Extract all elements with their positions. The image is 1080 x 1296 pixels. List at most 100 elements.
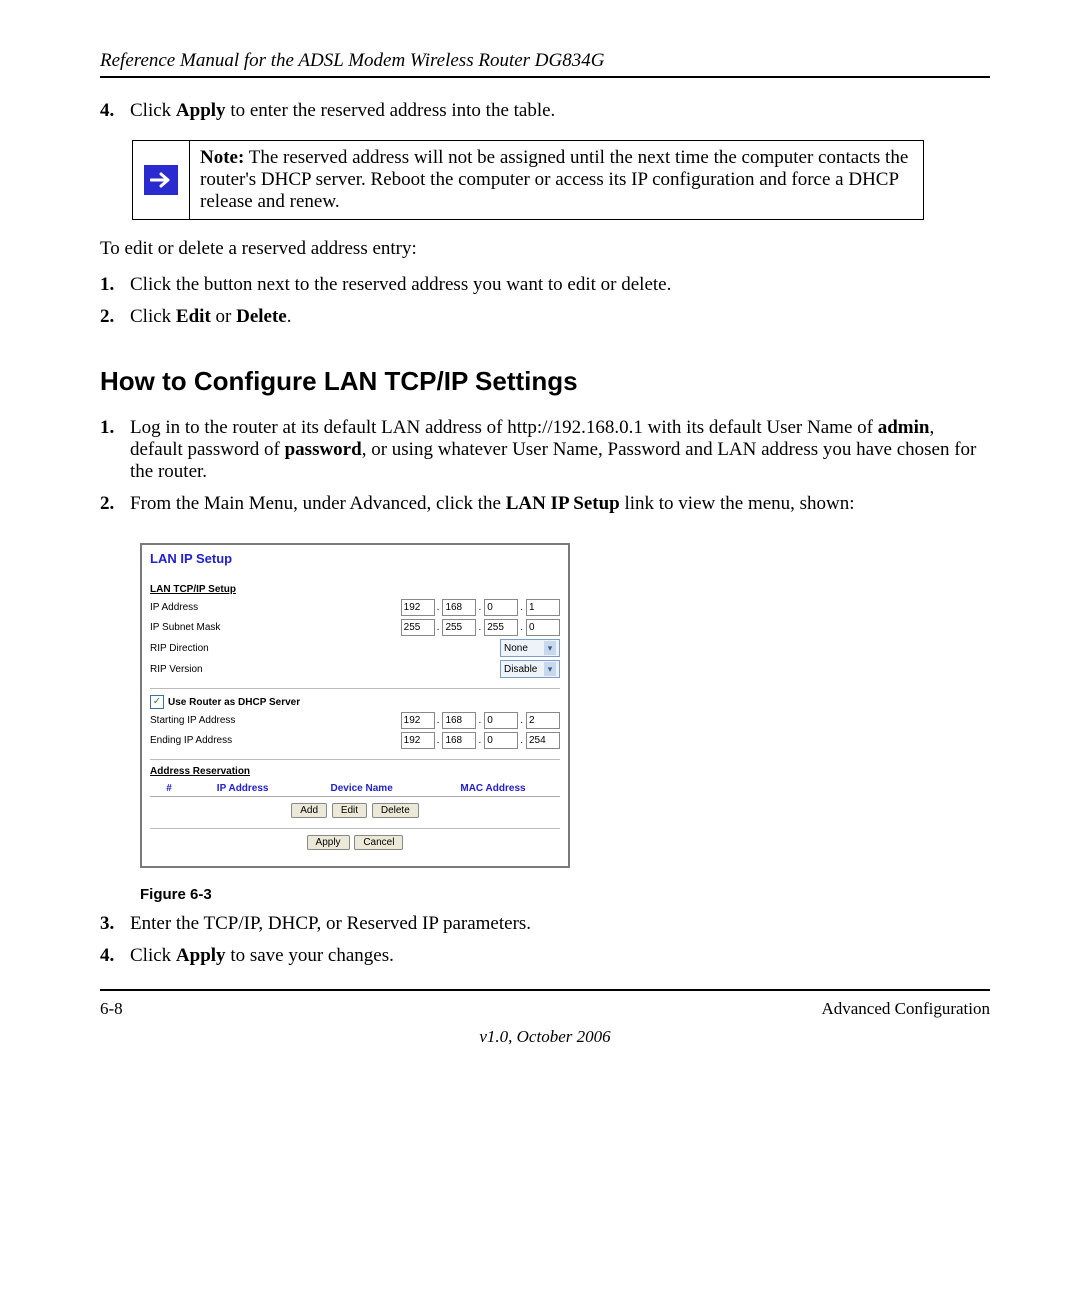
end-octet-1[interactable]: 192 — [401, 732, 435, 749]
page-header: Reference Manual for the ADSL Modem Wire… — [100, 50, 990, 72]
ip-octet-3[interactable]: 0 — [484, 599, 518, 616]
end-octet-3[interactable]: 0 — [484, 732, 518, 749]
col-ip: IP Address — [188, 781, 297, 797]
ip-address-label: IP Address — [150, 602, 400, 613]
start-octet-4[interactable]: 2 — [526, 712, 560, 729]
delete-button[interactable]: Delete — [372, 803, 419, 818]
step-text: Enter the TCP/IP, DHCP, or Reserved IP p… — [130, 913, 990, 935]
note-box: Note: The reserved address will not be a… — [132, 140, 924, 220]
step-text: Click the button next to the reserved ad… — [130, 274, 990, 296]
text: to enter the reserved address into the t… — [226, 100, 556, 121]
text: Click — [130, 945, 176, 966]
step-number: 1. — [100, 274, 130, 296]
page-number: 6-8 — [100, 999, 123, 1019]
end-octet-4[interactable]: 254 — [526, 732, 560, 749]
step-text: From the Main Menu, under Advanced, clic… — [130, 493, 990, 515]
text: Log in to the router at its default LAN … — [130, 417, 878, 438]
step-number: 1. — [100, 417, 130, 483]
arrow-right-icon — [144, 165, 178, 195]
text: to save your changes. — [226, 945, 394, 966]
bold-text: password — [285, 439, 362, 460]
cfg-step-3: 3. Enter the TCP/IP, DHCP, or Reserved I… — [100, 913, 990, 935]
note-icon-cell — [133, 141, 190, 219]
chevron-down-icon: ▾ — [544, 641, 556, 655]
edit-intro: To edit or delete a reserved address ent… — [100, 238, 990, 260]
cfg-step-1: 1. Log in to the router at its default L… — [100, 417, 990, 483]
mask-octet-2[interactable]: 255 — [442, 619, 476, 636]
rip-version-select[interactable]: Disable ▾ — [500, 660, 560, 678]
note-label: Note: — [200, 147, 244, 168]
select-value: Disable — [504, 664, 537, 675]
rip-version-label: RIP Version — [150, 664, 500, 675]
add-button[interactable]: Add — [291, 803, 327, 818]
bold-text: Apply — [176, 100, 226, 121]
text: link to view the menu, shown: — [620, 493, 855, 514]
ip-octet-4[interactable]: 1 — [526, 599, 560, 616]
note-text: Note: The reserved address will not be a… — [190, 141, 923, 219]
step-text: Click Apply to enter the reserved addres… — [130, 100, 990, 122]
end-ip-label: Ending IP Address — [150, 735, 400, 746]
step-number: 4. — [100, 945, 130, 967]
text: . — [287, 306, 292, 327]
mask-octet-1[interactable]: 255 — [401, 619, 435, 636]
step-number: 3. — [100, 913, 130, 935]
dhcp-checkbox[interactable]: ✓ — [150, 695, 164, 709]
bold-text: Edit — [176, 306, 211, 327]
subnet-mask-label: IP Subnet Mask — [150, 622, 400, 633]
bold-text: Delete — [236, 306, 287, 327]
start-ip-row: Starting IP Address 192. 168. 0. 2 — [150, 712, 560, 729]
bold-text: Apply — [176, 945, 226, 966]
section-heading: How to Configure LAN TCP/IP Settings — [100, 366, 990, 397]
text: From the Main Menu, under Advanced, clic… — [130, 493, 506, 514]
step-number: 2. — [100, 306, 130, 328]
cfg-step-4: 4. Click Apply to save your changes. — [100, 945, 990, 967]
page-footer: 6-8 Advanced Configuration — [100, 999, 990, 1019]
end-octet-2[interactable]: 168 — [442, 732, 476, 749]
edit-step-1: 1. Click the button next to the reserved… — [100, 274, 990, 296]
ip-octet-2[interactable]: 168 — [442, 599, 476, 616]
bold-text: admin — [878, 417, 930, 438]
subnet-mask-row: IP Subnet Mask 255. 255. 255. 0 — [150, 619, 560, 636]
col-mac: MAC Address — [426, 781, 560, 797]
bold-text: LAN IP Setup — [506, 493, 620, 514]
text: Click — [130, 306, 176, 327]
mask-octet-3[interactable]: 255 — [484, 619, 518, 636]
apply-button[interactable]: Apply — [307, 835, 350, 850]
step-number: 2. — [100, 493, 130, 515]
chevron-down-icon: ▾ — [544, 662, 556, 676]
chapter-title: Advanced Configuration — [821, 999, 990, 1019]
dhcp-label: Use Router as DHCP Server — [168, 697, 300, 708]
step-text: Click Apply to save your changes. — [130, 945, 990, 967]
start-ip-label: Starting IP Address — [150, 715, 400, 726]
reservation-table: # IP Address Device Name MAC Address — [150, 781, 560, 797]
text: or — [211, 306, 236, 327]
dhcp-server-row: ✓ Use Router as DHCP Server — [150, 695, 560, 709]
version-line: v1.0, October 2006 — [100, 1027, 990, 1047]
rip-direction-select[interactable]: None ▾ — [500, 639, 560, 657]
col-device: Device Name — [297, 781, 426, 797]
lan-ip-setup-figure: LAN IP Setup LAN TCP/IP Setup IP Address… — [140, 543, 570, 868]
col-hash: # — [150, 781, 188, 797]
text: Click — [130, 100, 176, 121]
rip-version-row: RIP Version Disable ▾ — [150, 660, 560, 678]
mask-octet-4[interactable]: 0 — [526, 619, 560, 636]
edit-button[interactable]: Edit — [332, 803, 367, 818]
step-text: Click Edit or Delete. — [130, 306, 990, 328]
rip-direction-row: RIP Direction None ▾ — [150, 639, 560, 657]
footer-rule — [100, 989, 990, 991]
step-number: 4. — [100, 100, 130, 122]
start-octet-2[interactable]: 168 — [442, 712, 476, 729]
start-octet-1[interactable]: 192 — [401, 712, 435, 729]
address-reservation-heading: Address Reservation — [150, 766, 560, 777]
edit-step-2: 2. Click Edit or Delete. — [100, 306, 990, 328]
rip-direction-label: RIP Direction — [150, 643, 500, 654]
select-value: None — [504, 643, 528, 654]
ip-octet-1[interactable]: 192 — [401, 599, 435, 616]
end-ip-row: Ending IP Address 192. 168. 0. 254 — [150, 732, 560, 749]
cfg-step-2: 2. From the Main Menu, under Advanced, c… — [100, 493, 990, 515]
ip-address-row: IP Address 192. 168. 0. 1 — [150, 599, 560, 616]
start-octet-3[interactable]: 0 — [484, 712, 518, 729]
figure-caption: Figure 6-3 — [140, 886, 990, 903]
cancel-button[interactable]: Cancel — [354, 835, 403, 850]
step-text: Log in to the router at its default LAN … — [130, 417, 990, 483]
